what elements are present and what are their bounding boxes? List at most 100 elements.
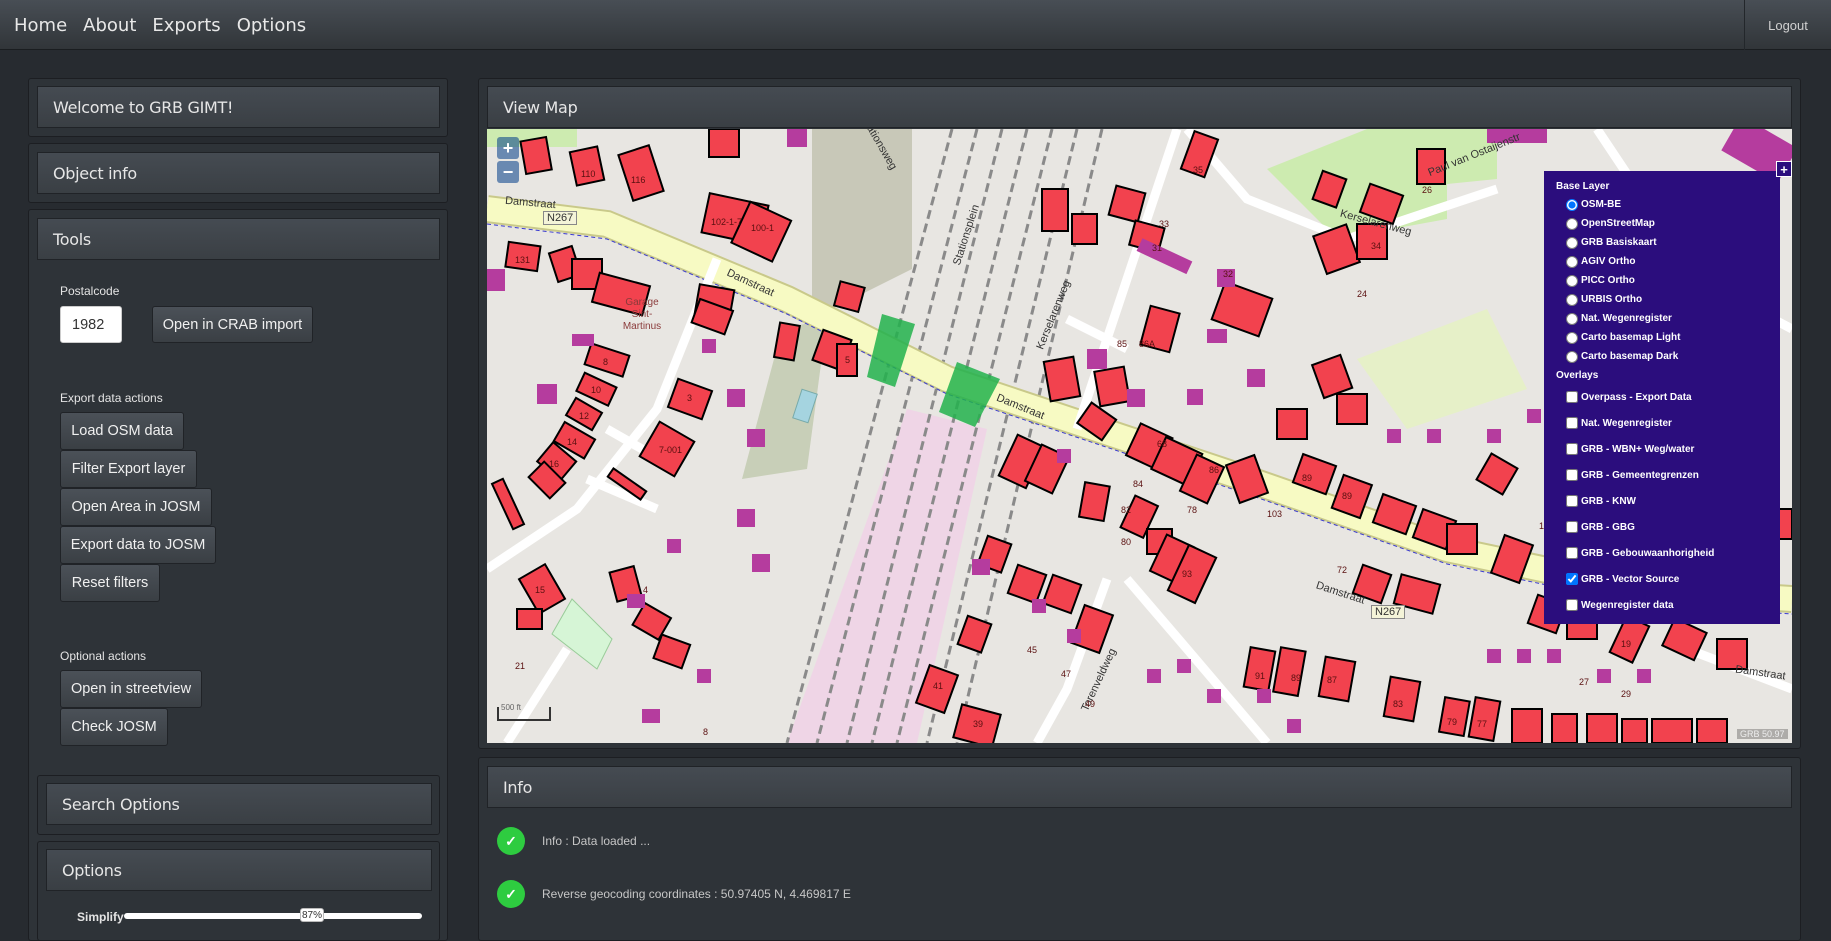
base-layer-option[interactable]: Carto basemap Light	[1556, 328, 1780, 347]
export-to-josm-button[interactable]: Export data to JOSM	[60, 526, 216, 564]
logout-link[interactable]: Logout	[1744, 0, 1831, 50]
overlay-option[interactable]: GRB - Vector Source	[1556, 566, 1780, 592]
base-layer-radio[interactable]	[1566, 312, 1578, 325]
building-number: 84	[1133, 479, 1144, 489]
street-label-n267-w: N267	[543, 211, 578, 225]
nav-exports[interactable]: Exports	[144, 15, 228, 36]
building-number: 19	[1621, 639, 1632, 649]
building-number: 87	[1327, 675, 1338, 685]
check-josm-button[interactable]: Check JOSM	[60, 708, 168, 746]
building-number: 83	[1393, 699, 1404, 709]
layer-switcher-toggle[interactable]: +	[1776, 161, 1792, 177]
base-layer-radio[interactable]	[1566, 293, 1578, 306]
overlays-title: Overlays	[1556, 370, 1599, 381]
base-layer-label: PICC Ortho	[1581, 275, 1635, 286]
building-number: 80	[1121, 537, 1132, 547]
simplify-slider-handle[interactable]: 87%	[300, 908, 324, 922]
base-layer-radio[interactable]	[1566, 331, 1578, 344]
zoom-out-button[interactable]: −	[497, 161, 519, 183]
overlay-checkbox[interactable]	[1566, 547, 1578, 559]
overlay-option[interactable]: GRB - Gebouwaanhorigheid	[1556, 540, 1780, 566]
base-layer-label: OSM-BE	[1581, 199, 1621, 210]
building-number: 100-1	[751, 223, 775, 233]
base-layer-option[interactable]: URBIS Ortho	[1556, 290, 1780, 309]
overlay-checkbox[interactable]	[1566, 417, 1578, 429]
overlay-option[interactable]: Overpass - Export Data	[1556, 384, 1780, 410]
base-layer-radio[interactable]	[1566, 350, 1578, 363]
simplify-label: Simplify	[77, 910, 124, 924]
base-layer-option[interactable]: Nat. Wegenregister	[1556, 309, 1780, 328]
base-layer-option[interactable]: GRB Basiskaart	[1556, 233, 1780, 252]
info-heading[interactable]: Info	[487, 766, 1792, 808]
overlay-checkbox[interactable]	[1566, 599, 1578, 611]
base-layer-label: AGIV Ortho	[1581, 256, 1636, 267]
object-info-heading[interactable]: Object info	[37, 152, 440, 194]
building-number: 89	[1342, 491, 1353, 501]
building-number: 33	[1159, 219, 1170, 229]
overlay-label: GRB - KNW	[1581, 495, 1636, 507]
base-layer-radio[interactable]	[1566, 198, 1578, 211]
postalcode-label: Postalcode	[60, 284, 120, 298]
building-number: 79	[1447, 717, 1458, 727]
options-heading[interactable]: Options	[46, 849, 432, 891]
view-map-heading[interactable]: View Map	[487, 86, 1792, 128]
nav-about[interactable]: About	[75, 15, 144, 36]
base-layer-option[interactable]: Carto basemap Dark	[1556, 347, 1780, 366]
overlay-option[interactable]: GRB - GBG	[1556, 514, 1780, 540]
base-layer-radio[interactable]	[1566, 255, 1578, 268]
base-layer-title: Base Layer	[1556, 181, 1610, 192]
building-number: 49	[1085, 699, 1096, 709]
load-osm-data-button[interactable]: Load OSM data	[60, 412, 184, 450]
base-layer-label: Nat. Wegenregister	[1581, 313, 1672, 324]
zoom-in-button[interactable]: +	[497, 137, 519, 159]
overlay-option[interactable]: Wegenregister data	[1556, 592, 1780, 618]
overlay-checkbox[interactable]	[1566, 573, 1578, 585]
map-attribution: GRB 50.97	[1737, 729, 1788, 739]
overlay-label: Overpass - Export Data	[1581, 391, 1692, 403]
simplify-slider-track[interactable]	[124, 913, 422, 919]
filter-export-layer-button[interactable]: Filter Export layer	[60, 450, 197, 488]
building-number: 116	[631, 175, 646, 185]
tools-heading[interactable]: Tools	[37, 218, 440, 260]
overlay-checkbox[interactable]	[1566, 521, 1578, 533]
building-number: 47	[1061, 669, 1072, 679]
building-number: 82	[1121, 505, 1132, 515]
pink-area	[787, 409, 987, 743]
overlay-checkbox[interactable]	[1566, 495, 1578, 507]
building-number: 93	[1182, 569, 1193, 579]
base-layer-option[interactable]: OpenStreetMap	[1556, 214, 1780, 233]
grass-area	[1357, 309, 1527, 429]
open-streetview-button[interactable]: Open in streetview	[60, 670, 202, 708]
postalcode-input[interactable]: 1982	[60, 306, 122, 343]
overlay-option[interactable]: GRB - WBN+ Weg/water	[1556, 436, 1780, 462]
building-number: 16	[549, 459, 560, 469]
overlay-list: Overpass - Export Data Nat. Wegenregister…	[1556, 384, 1780, 618]
overlay-label: Wegenregister data	[1581, 599, 1674, 611]
building-number: 32	[1223, 269, 1234, 279]
reset-filters-button[interactable]: Reset filters	[60, 564, 160, 602]
overlay-option[interactable]: GRB - KNW	[1556, 488, 1780, 514]
building-number: 86	[1209, 465, 1220, 475]
welcome-heading[interactable]: Welcome to GRB GIMT!	[37, 86, 440, 128]
base-layer-option[interactable]: AGIV Ortho	[1556, 252, 1780, 271]
base-layer-option[interactable]: PICC Ortho	[1556, 271, 1780, 290]
open-area-josm-button[interactable]: Open Area in JOSM	[60, 488, 212, 526]
base-layer-radio[interactable]	[1566, 217, 1578, 230]
overlay-checkbox[interactable]	[1566, 391, 1578, 403]
nav-options[interactable]: Options	[229, 15, 314, 36]
overlay-checkbox[interactable]	[1566, 443, 1578, 455]
info-message-row: ✓ Info : Data loaded ...	[497, 822, 650, 860]
building-number: 86A	[1139, 339, 1156, 349]
overlay-option[interactable]: GRB - Gemeentegrenzen	[1556, 462, 1780, 488]
overlay-label: GRB - WBN+ Weg/water	[1581, 443, 1695, 455]
crab-import-button[interactable]: Open in CRAB import	[152, 306, 313, 343]
overlay-checkbox[interactable]	[1566, 469, 1578, 481]
base-layer-radio[interactable]	[1566, 236, 1578, 249]
search-options-heading[interactable]: Search Options	[46, 783, 432, 825]
overlay-option[interactable]: Nat. Wegenregister	[1556, 410, 1780, 436]
nav-home[interactable]: Home	[6, 15, 75, 36]
base-layer-option[interactable]: OSM-BE	[1556, 195, 1780, 214]
overlay-label: GRB - Gebouwaanhorigheid	[1581, 547, 1715, 559]
building-number: 91	[1255, 671, 1266, 681]
base-layer-radio[interactable]	[1566, 274, 1578, 287]
